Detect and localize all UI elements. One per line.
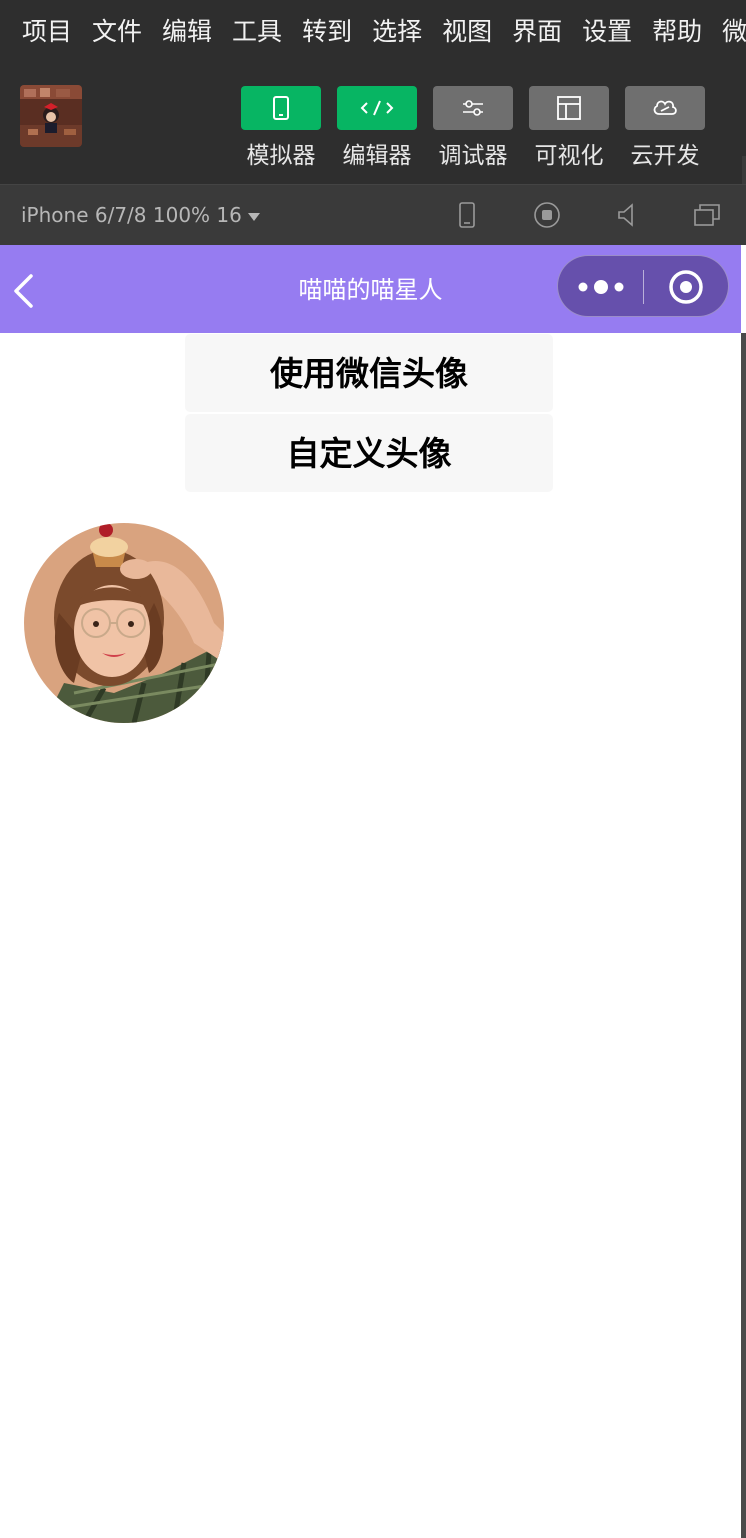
tool-editor[interactable]: 编辑器: [337, 86, 417, 170]
tool-visual-label: 可视化: [534, 143, 604, 169]
speaker-icon[interactable]: [612, 200, 642, 230]
avatar-image: [24, 523, 224, 723]
device-selector-label: iPhone 6/7/8 100% 16: [21, 203, 242, 227]
device-selector[interactable]: iPhone 6/7/8 100% 16: [21, 185, 260, 245]
avatar: [24, 523, 224, 723]
menu-capsule: [557, 255, 729, 317]
cloud-button[interactable]: [625, 86, 705, 130]
stop-icon[interactable]: [532, 200, 562, 230]
menu-select[interactable]: 选择: [372, 0, 422, 64]
menu-wechat-truncated[interactable]: 微: [722, 0, 746, 64]
toolbar-overflow-edge: [742, 156, 746, 186]
menu-settings[interactable]: 设置: [582, 0, 632, 64]
tool-cloud-label: 云开发: [630, 143, 700, 169]
sliders-icon: [463, 100, 483, 116]
editor-button[interactable]: [337, 86, 417, 130]
tool-debugger[interactable]: 调试器: [433, 86, 513, 170]
use-wechat-avatar-button[interactable]: 使用微信头像: [185, 334, 553, 412]
menu-file[interactable]: 文件: [92, 0, 142, 64]
more-dots-icon[interactable]: [576, 274, 630, 300]
capsule-divider: [643, 270, 644, 304]
phone-icon[interactable]: [452, 200, 482, 230]
menu-bar: 项目 文件 编辑 工具 转到 选择 视图 界面 设置 帮助 微: [0, 0, 746, 64]
tool-simulator[interactable]: 模拟器: [241, 86, 321, 170]
page-content: 使用微信头像 自定义头像: [0, 333, 741, 1538]
mini-program-navbar: 喵喵的喵星人: [0, 245, 741, 333]
menu-tools[interactable]: 工具: [232, 0, 282, 64]
menu-project[interactable]: 项目: [22, 0, 72, 64]
code-icon: [360, 100, 394, 116]
tool-debugger-label: 调试器: [438, 143, 508, 169]
menu-view[interactable]: 视图: [442, 0, 492, 64]
caret-down-icon: [247, 213, 260, 221]
menu-interface[interactable]: 界面: [512, 0, 562, 64]
tool-simulator-label: 模拟器: [246, 143, 316, 169]
menu-goto[interactable]: 转到: [302, 0, 352, 64]
tool-editor-label: 编辑器: [342, 143, 412, 169]
project-avatar-image: [20, 85, 82, 147]
simulator-button[interactable]: [241, 86, 321, 130]
custom-avatar-button[interactable]: 自定义头像: [185, 414, 553, 492]
visual-button[interactable]: [529, 86, 609, 130]
cloud-icon: [653, 100, 677, 115]
debugger-button[interactable]: [433, 86, 513, 130]
menu-help[interactable]: 帮助: [652, 0, 702, 64]
tool-cloud[interactable]: 云开发: [625, 86, 705, 170]
scrollbar-track[interactable]: [741, 333, 746, 1538]
toolbar: 模拟器 编辑器 调试器 可视化 云开发: [0, 64, 746, 186]
layout-icon: [557, 96, 581, 120]
tool-visual[interactable]: 可视化: [529, 86, 609, 170]
window-icon[interactable]: [692, 200, 722, 230]
project-avatar[interactable]: [20, 85, 82, 147]
phone-icon: [273, 96, 289, 120]
menu-edit[interactable]: 编辑: [162, 0, 212, 64]
device-bar: iPhone 6/7/8 100% 16: [0, 184, 746, 245]
close-target-icon[interactable]: [668, 269, 704, 305]
